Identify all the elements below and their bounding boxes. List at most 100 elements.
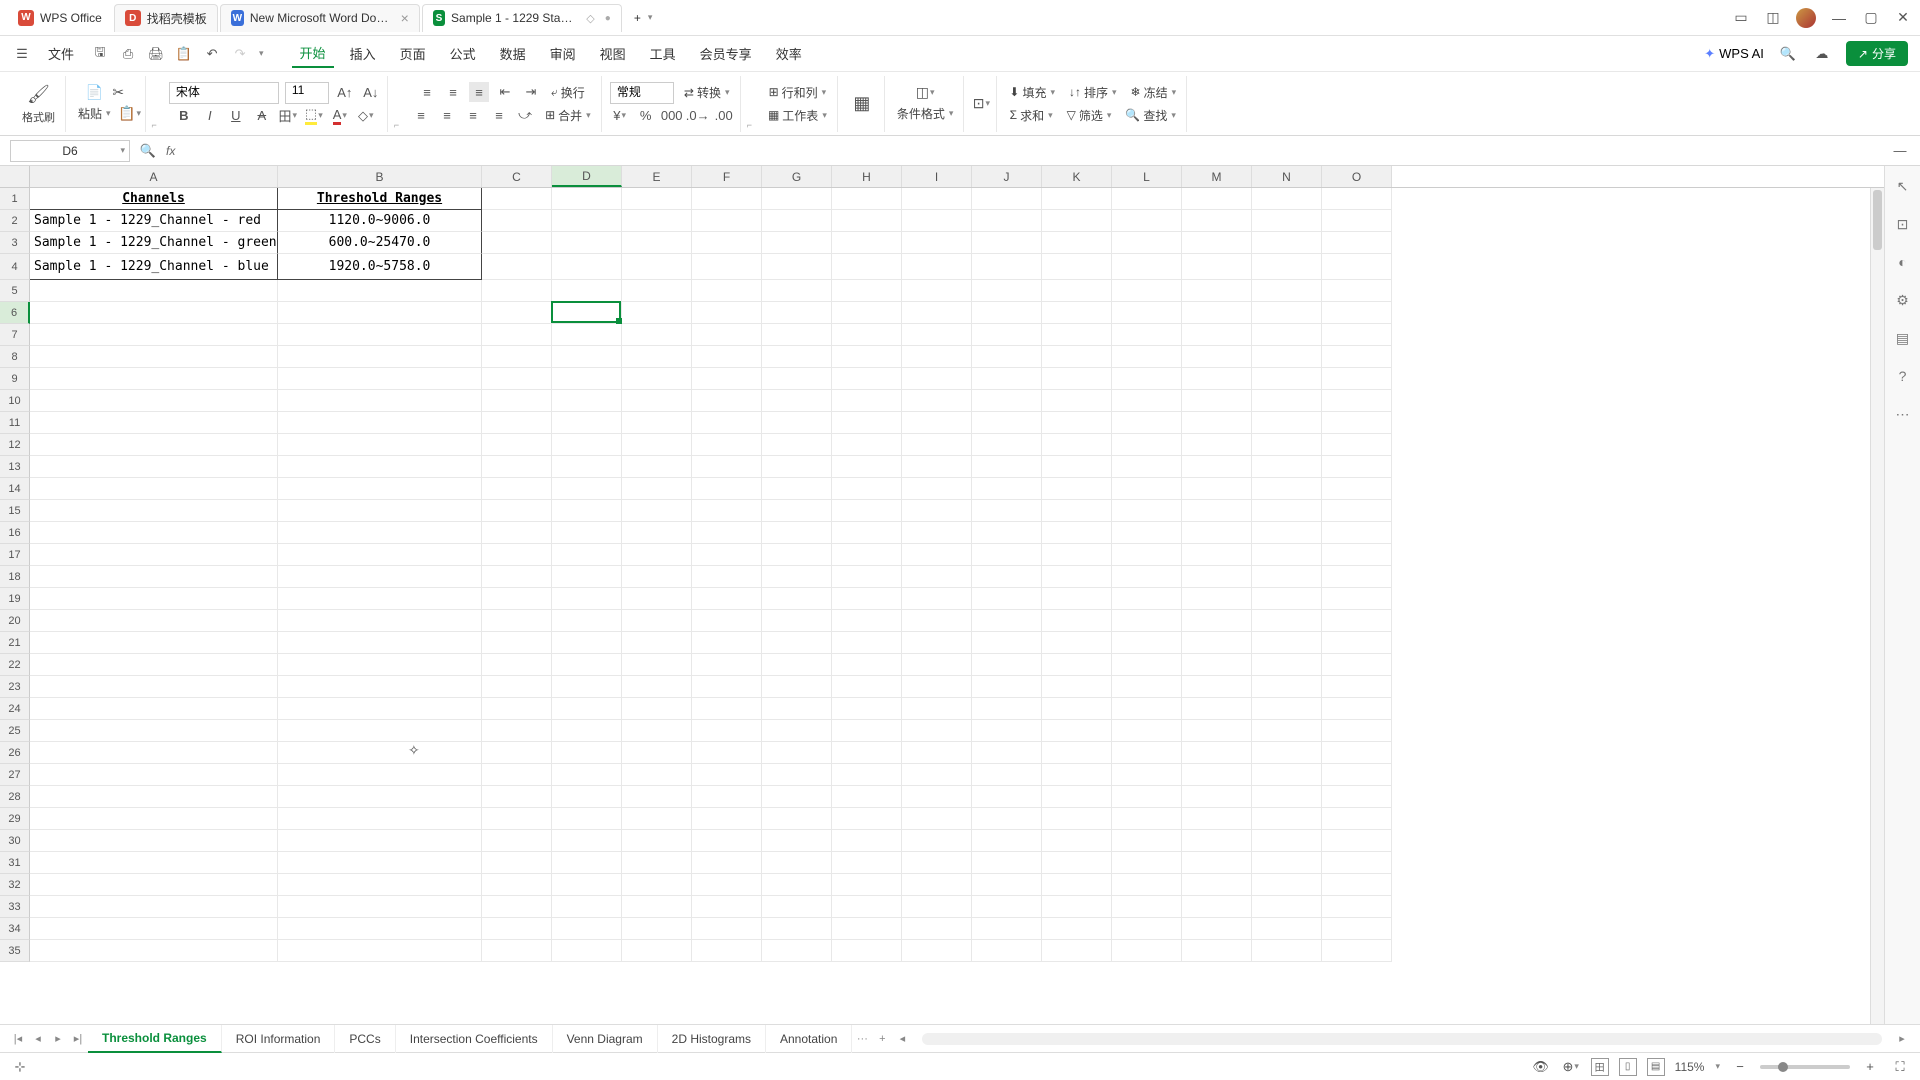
cell-A12[interactable]: [30, 434, 278, 456]
cell-N28[interactable]: [1252, 786, 1322, 808]
cell-O24[interactable]: [1322, 698, 1392, 720]
cell-F29[interactable]: [692, 808, 762, 830]
row-header-14[interactable]: 14: [0, 478, 30, 500]
formula-input[interactable]: [183, 140, 1882, 162]
cell-E9[interactable]: [622, 368, 692, 390]
cell-J32[interactable]: [972, 874, 1042, 896]
cell-O16[interactable]: [1322, 522, 1392, 544]
cell-H16[interactable]: [832, 522, 902, 544]
col-header-L[interactable]: L: [1112, 166, 1182, 187]
cell-L29[interactable]: [1112, 808, 1182, 830]
cell-D13[interactable]: [552, 456, 622, 478]
cell-N9[interactable]: [1252, 368, 1322, 390]
cell-M27[interactable]: [1182, 764, 1252, 786]
cell-H28[interactable]: [832, 786, 902, 808]
cell-J9[interactable]: [972, 368, 1042, 390]
decrease-font-icon[interactable]: A↓: [361, 83, 381, 103]
row-header-27[interactable]: 27: [0, 764, 30, 786]
cell-J17[interactable]: [972, 544, 1042, 566]
cell-B19[interactable]: [278, 588, 482, 610]
cell-N12[interactable]: [1252, 434, 1322, 456]
comma-icon[interactable]: 000: [662, 106, 682, 126]
cell-L19[interactable]: [1112, 588, 1182, 610]
cell-D21[interactable]: [552, 632, 622, 654]
cell-C25[interactable]: [482, 720, 552, 742]
cell-L6[interactable]: [1112, 302, 1182, 324]
app-home-tab[interactable]: W WPS Office: [8, 4, 112, 32]
cell-M1[interactable]: [1182, 188, 1252, 210]
cell-B31[interactable]: [278, 852, 482, 874]
cell-O32[interactable]: [1322, 874, 1392, 896]
cell-K3[interactable]: [1042, 232, 1112, 254]
cell-G1[interactable]: [762, 188, 832, 210]
cell-I25[interactable]: [902, 720, 972, 742]
panel-icon-3[interactable]: ⚙: [1893, 290, 1913, 310]
cell-H1[interactable]: [832, 188, 902, 210]
cell-F7[interactable]: [692, 324, 762, 346]
cell-E26[interactable]: [622, 742, 692, 764]
cell-M8[interactable]: [1182, 346, 1252, 368]
cell-N32[interactable]: [1252, 874, 1322, 896]
cell-K17[interactable]: [1042, 544, 1112, 566]
row-header-1[interactable]: 1: [0, 188, 30, 210]
cell-N35[interactable]: [1252, 940, 1322, 962]
cell-D25[interactable]: [552, 720, 622, 742]
cell-L2[interactable]: [1112, 210, 1182, 232]
cell-F4[interactable]: [692, 254, 762, 280]
cell-J4[interactable]: [972, 254, 1042, 280]
cell-D5[interactable]: [552, 280, 622, 302]
cell-F17[interactable]: [692, 544, 762, 566]
cell-C17[interactable]: [482, 544, 552, 566]
cell-E4[interactable]: [622, 254, 692, 280]
row-header-10[interactable]: 10: [0, 390, 30, 412]
cell-F26[interactable]: [692, 742, 762, 764]
cell-L5[interactable]: [1112, 280, 1182, 302]
cell-F5[interactable]: [692, 280, 762, 302]
cell-A9[interactable]: [30, 368, 278, 390]
cell-E15[interactable]: [622, 500, 692, 522]
cell-C14[interactable]: [482, 478, 552, 500]
cell-N24[interactable]: [1252, 698, 1322, 720]
cell-G7[interactable]: [762, 324, 832, 346]
cell-E3[interactable]: [622, 232, 692, 254]
cell-N25[interactable]: [1252, 720, 1322, 742]
cell-B14[interactable]: [278, 478, 482, 500]
row-header-26[interactable]: 26: [0, 742, 30, 764]
cell-F16[interactable]: [692, 522, 762, 544]
cell-N23[interactable]: [1252, 676, 1322, 698]
cell-O19[interactable]: [1322, 588, 1392, 610]
cell-E19[interactable]: [622, 588, 692, 610]
table-style-button[interactable]: ▦: [846, 90, 878, 118]
cell-J28[interactable]: [972, 786, 1042, 808]
qat-dropdown-icon[interactable]: ▾: [259, 48, 264, 59]
cell-F11[interactable]: [692, 412, 762, 434]
cell-D12[interactable]: [552, 434, 622, 456]
sum-button[interactable]: Σ求和▾: [1006, 105, 1057, 126]
cell-M3[interactable]: [1182, 232, 1252, 254]
row-header-19[interactable]: 19: [0, 588, 30, 610]
target-icon[interactable]: ⊕▾: [1561, 1057, 1581, 1077]
cube-icon[interactable]: ◫: [1764, 9, 1782, 27]
cell-K32[interactable]: [1042, 874, 1112, 896]
cell-B33[interactable]: [278, 896, 482, 918]
horizontal-scrollbar[interactable]: [922, 1033, 1882, 1045]
cell-F35[interactable]: [692, 940, 762, 962]
cloud-icon[interactable]: ☁: [1812, 44, 1832, 64]
cell-O31[interactable]: [1322, 852, 1392, 874]
cell-K16[interactable]: [1042, 522, 1112, 544]
cell-K27[interactable]: [1042, 764, 1112, 786]
cell-N19[interactable]: [1252, 588, 1322, 610]
cell-B17[interactable]: [278, 544, 482, 566]
cell-A3[interactable]: Sample 1 - 1229_Channel - green: [30, 232, 278, 254]
cell-F19[interactable]: [692, 588, 762, 610]
cell-J7[interactable]: [972, 324, 1042, 346]
cell-N20[interactable]: [1252, 610, 1322, 632]
cell-N22[interactable]: [1252, 654, 1322, 676]
cell-G17[interactable]: [762, 544, 832, 566]
cell-F33[interactable]: [692, 896, 762, 918]
row-header-30[interactable]: 30: [0, 830, 30, 852]
cell-M18[interactable]: [1182, 566, 1252, 588]
cell-O13[interactable]: [1322, 456, 1392, 478]
cell-O3[interactable]: [1322, 232, 1392, 254]
cell-E8[interactable]: [622, 346, 692, 368]
